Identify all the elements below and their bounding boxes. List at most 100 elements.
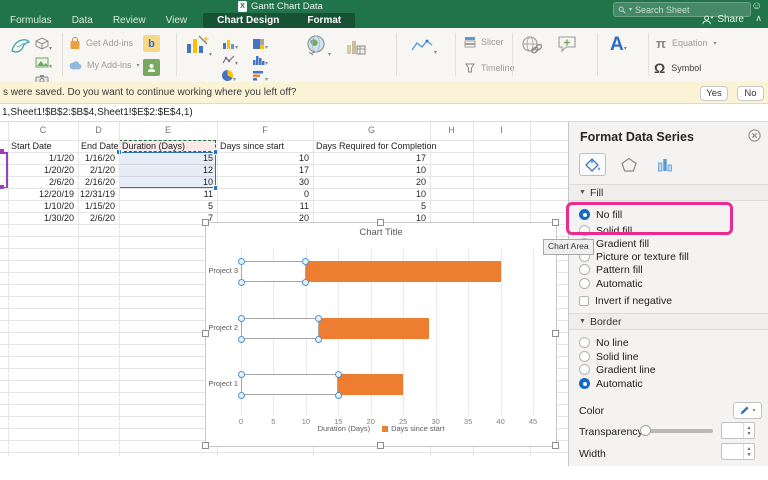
chart-frame-handle[interactable] [202, 442, 209, 449]
sparklines-button[interactable]: ▾ [410, 38, 437, 59]
sheet-cell-header[interactable]: Days since start [220, 140, 284, 152]
legend-item-duration[interactable]: Duration (Days) [318, 424, 371, 433]
sheet-cell-header[interactable]: Duration (Days) [122, 140, 185, 152]
people-graph-addin-button[interactable] [143, 59, 160, 76]
chart-frame-handle[interactable] [552, 219, 559, 226]
link-button[interactable] [521, 35, 542, 60]
chart-legend[interactable]: Duration (Days) Days since start [206, 424, 556, 433]
chart-title[interactable]: Chart Title [206, 227, 556, 238]
sheet-cell-header[interactable]: Start Date [11, 140, 52, 152]
sheet-cell[interactable]: 1/15/20 [78, 200, 115, 212]
radio-button[interactable] [579, 351, 590, 362]
sheet-cell[interactable]: 17 [217, 164, 309, 176]
bar-days-since-start-segment[interactable] [338, 374, 403, 395]
column-header-C[interactable]: C [8, 125, 78, 135]
radio-button[interactable] [579, 264, 590, 275]
timeline-button[interactable]: Timeline [464, 62, 515, 74]
sheet-cell[interactable]: 10 [313, 188, 426, 200]
ribbon-tab-view[interactable]: View [166, 15, 188, 26]
collapse-ribbon-icon[interactable]: ∧ [755, 13, 762, 24]
tab-fill-line[interactable] [579, 153, 606, 176]
bar-days-since-start-segment[interactable] [306, 261, 501, 282]
ribbon-tab-formulas[interactable]: Formulas [10, 15, 52, 26]
radio-button[interactable] [579, 337, 590, 348]
chart-frame-handle[interactable] [202, 219, 209, 226]
series-selection-handle[interactable] [238, 336, 245, 343]
transparency-slider[interactable] [641, 429, 713, 433]
notification-no-button[interactable]: No [737, 86, 764, 101]
3d-models-button[interactable]: ▾ [35, 37, 52, 55]
ribbon-tab-format[interactable]: Format [307, 15, 341, 26]
search-scope-caret-icon[interactable]: ▾ [629, 6, 632, 13]
sheet-cell[interactable]: 12/20/19 [8, 188, 74, 200]
sheet-cell[interactable]: 20 [313, 176, 426, 188]
column-header-G[interactable]: G [313, 125, 430, 135]
sheet-cell[interactable]: 11 [119, 188, 213, 200]
equation-button[interactable]: π Equation ▾ [656, 36, 717, 51]
symbol-button[interactable]: Ω Symbol [654, 60, 701, 76]
text-button[interactable]: A▾ [610, 34, 627, 56]
icons-button[interactable] [9, 35, 32, 60]
sheet-cell[interactable]: 2/16/20 [78, 176, 115, 188]
stepper-arrows[interactable]: ▲▼ [743, 444, 754, 459]
sheet-cell[interactable]: 2/1/20 [78, 164, 115, 176]
sheet-cell[interactable]: 17 [313, 152, 426, 164]
notification-yes-button[interactable]: Yes [700, 86, 728, 101]
sheet-cell[interactable]: 10 [217, 152, 309, 164]
transparency-stepper[interactable]: ▲▼ [721, 422, 755, 439]
radio-button[interactable] [579, 278, 590, 289]
sheet-cell[interactable]: 1/10/20 [8, 200, 74, 212]
series-selection-handle[interactable] [238, 315, 245, 322]
invert-if-negative-option[interactable]: Invert if negative [579, 294, 672, 307]
bar-duration-segment[interactable] [241, 318, 319, 339]
transparency-slider-knob[interactable] [640, 425, 651, 436]
series-selection-handle[interactable] [302, 279, 309, 286]
sheet-cell[interactable]: 7 [119, 212, 213, 224]
series-selection-handle[interactable] [302, 258, 309, 265]
color-dropdown-caret-icon[interactable]: ▾ [752, 407, 755, 414]
sheet-cell[interactable]: 5 [119, 200, 213, 212]
gantt-chart[interactable]: Chart Title051015202530354045Project 3Pr… [205, 222, 557, 447]
series-selection-handle[interactable] [335, 371, 342, 378]
sheet-cell[interactable]: 0 [217, 188, 309, 200]
ribbon-tab-chart-design[interactable]: Chart Design [217, 15, 279, 26]
sheet-cell[interactable]: 1/16/20 [78, 152, 115, 164]
column-header-H[interactable]: H [430, 125, 473, 135]
bing-maps-addin-button[interactable]: b [143, 35, 160, 52]
fill-section-header[interactable]: ▼ Fill [569, 184, 768, 201]
sheet-cell[interactable]: 30 [217, 176, 309, 188]
border-option-automatic[interactable]: Automatic [579, 377, 643, 390]
sheet-cell[interactable]: 11 [217, 200, 309, 212]
pictures-button[interactable]: ▾ [35, 55, 52, 73]
bar-duration-segment[interactable] [241, 374, 338, 395]
bar-days-since-start-segment[interactable] [319, 318, 429, 339]
sheet-cell[interactable]: 12/31/19 [78, 188, 115, 200]
ribbon-tab-data[interactable]: Data [72, 15, 93, 26]
sheet-cell[interactable]: 1/30/20 [8, 212, 74, 224]
chart-frame-handle[interactable] [552, 442, 559, 449]
border-option-no-line[interactable]: No line [579, 336, 629, 349]
chart-frame-handle[interactable] [202, 330, 209, 337]
border-section-header[interactable]: ▼ Border [569, 313, 768, 330]
series-selection-handle[interactable] [315, 336, 322, 343]
radio-button[interactable] [579, 378, 590, 389]
sheet-cell-header[interactable]: Days Required for Completion [316, 140, 437, 152]
chart-frame-handle[interactable] [377, 442, 384, 449]
series-selection-handle[interactable] [238, 258, 245, 265]
sheet-cell-header[interactable]: End Date [81, 140, 119, 152]
fill-option-picture-or-texture-fill[interactable]: Picture or texture fill [579, 250, 689, 263]
sheet-cell[interactable]: 1/20/20 [8, 164, 74, 176]
column-header-D[interactable]: D [78, 125, 119, 135]
series-selection-handle[interactable] [238, 279, 245, 286]
maps-button[interactable]: ▾ [305, 34, 331, 61]
border-option-gradient-line[interactable]: Gradient line [579, 363, 656, 376]
fill-option-automatic[interactable]: Automatic [579, 277, 643, 290]
feedback-smiley-icon[interactable]: ☺ [751, 0, 762, 13]
border-color-button[interactable]: ▾ [733, 402, 762, 419]
legend-item-days-since-start[interactable]: Days since start [382, 424, 444, 433]
sheet-cell[interactable]: 5 [313, 200, 426, 212]
sheet-cell[interactable]: 2/6/20 [8, 176, 74, 188]
my-addins-button[interactable]: My Add-ins ▾ [69, 60, 140, 70]
formula-bar[interactable]: 1,Sheet1!$B$2:$B$4,Sheet1!$E$2:$E$4,1) [0, 104, 768, 122]
series-selection-handle[interactable] [335, 392, 342, 399]
